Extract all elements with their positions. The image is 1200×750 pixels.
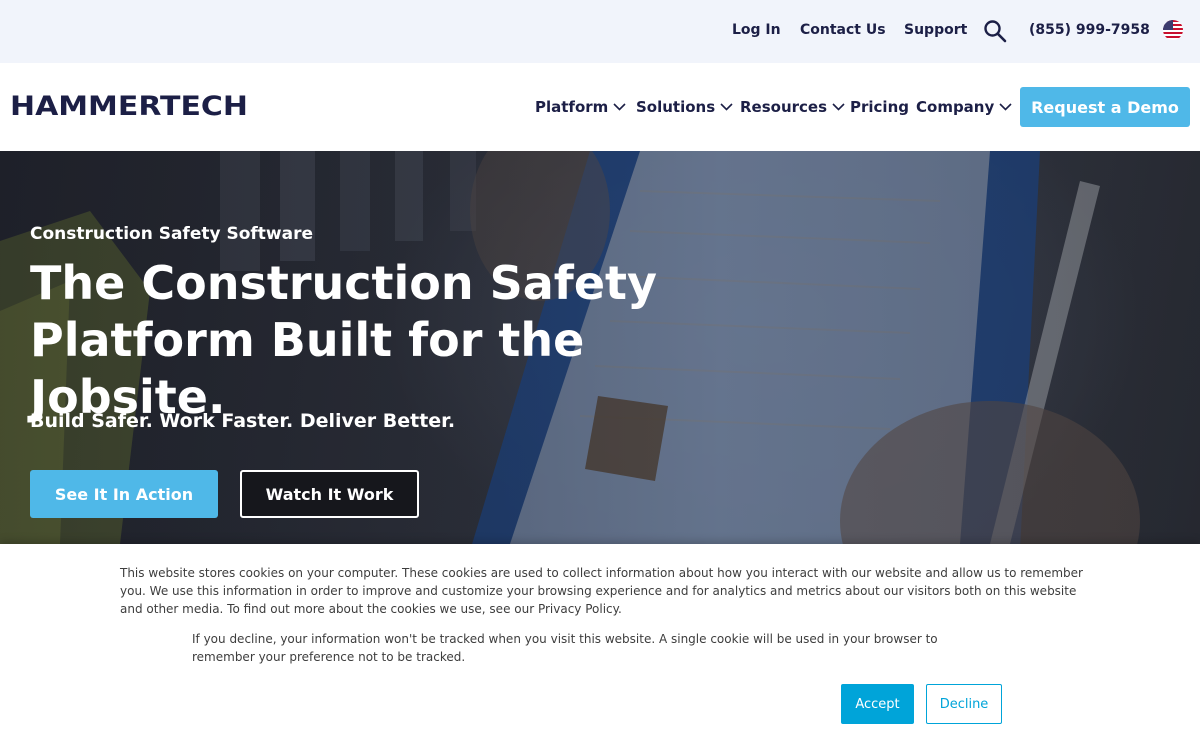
hero-subtitle: Build Safer. Work Faster. Deliver Better… — [30, 410, 456, 432]
logo-wordmark: HAMMERTECH — [10, 91, 248, 122]
nav-solutions-label: Solutions — [636, 98, 716, 116]
main-navigation: HAMMERTECH Platform Solutions Resources … — [0, 63, 1200, 151]
nav-resources-label: Resources — [740, 98, 828, 116]
chevron-down-icon — [999, 103, 1012, 111]
nav-company[interactable]: Company — [916, 98, 1012, 116]
chevron-down-icon — [832, 103, 845, 111]
us-flag-icon[interactable] — [1163, 20, 1183, 40]
see-it-in-action-button[interactable]: See It In Action — [30, 470, 218, 518]
nav-pricing-label: Pricing — [850, 98, 909, 116]
watch-it-work-button[interactable]: Watch It Work — [240, 470, 419, 518]
hero-title: The Construction Safety Platform Built f… — [30, 256, 657, 424]
nav-resources[interactable]: Resources — [740, 98, 845, 116]
chevron-down-icon — [720, 103, 733, 111]
nav-platform-label: Platform — [535, 98, 609, 116]
nav-solutions[interactable]: Solutions — [636, 98, 733, 116]
phone-link[interactable]: (855) 999-7958 — [1029, 22, 1150, 38]
utility-bar: Log In Contact Us Support (855) 999-7958 — [0, 0, 1200, 63]
cookie-notice-text: This website stores cookies on your comp… — [120, 566, 1083, 616]
search-icon[interactable] — [983, 19, 1007, 43]
cookie-decline-notice: If you decline, your information won't b… — [192, 632, 938, 664]
login-link[interactable]: Log In — [732, 22, 781, 38]
cookie-consent-banner: This website stores cookies on your comp… — [0, 544, 1200, 750]
accept-cookies-button[interactable]: Accept — [841, 684, 914, 724]
nav-platform[interactable]: Platform — [535, 98, 626, 116]
chevron-down-icon — [613, 103, 626, 111]
request-demo-button[interactable]: Request a Demo — [1020, 87, 1190, 127]
hero-eyebrow: Construction Safety Software — [30, 224, 314, 244]
support-link[interactable]: Support — [904, 22, 967, 38]
decline-cookies-button[interactable]: Decline — [926, 684, 1002, 724]
hammertech-logo[interactable]: HAMMERTECH — [10, 90, 250, 122]
contact-us-link[interactable]: Contact Us — [800, 22, 886, 38]
hero-section: Construction Safety Software The Constru… — [0, 151, 1200, 544]
nav-company-label: Company — [916, 98, 995, 116]
nav-pricing[interactable]: Pricing — [850, 98, 909, 116]
